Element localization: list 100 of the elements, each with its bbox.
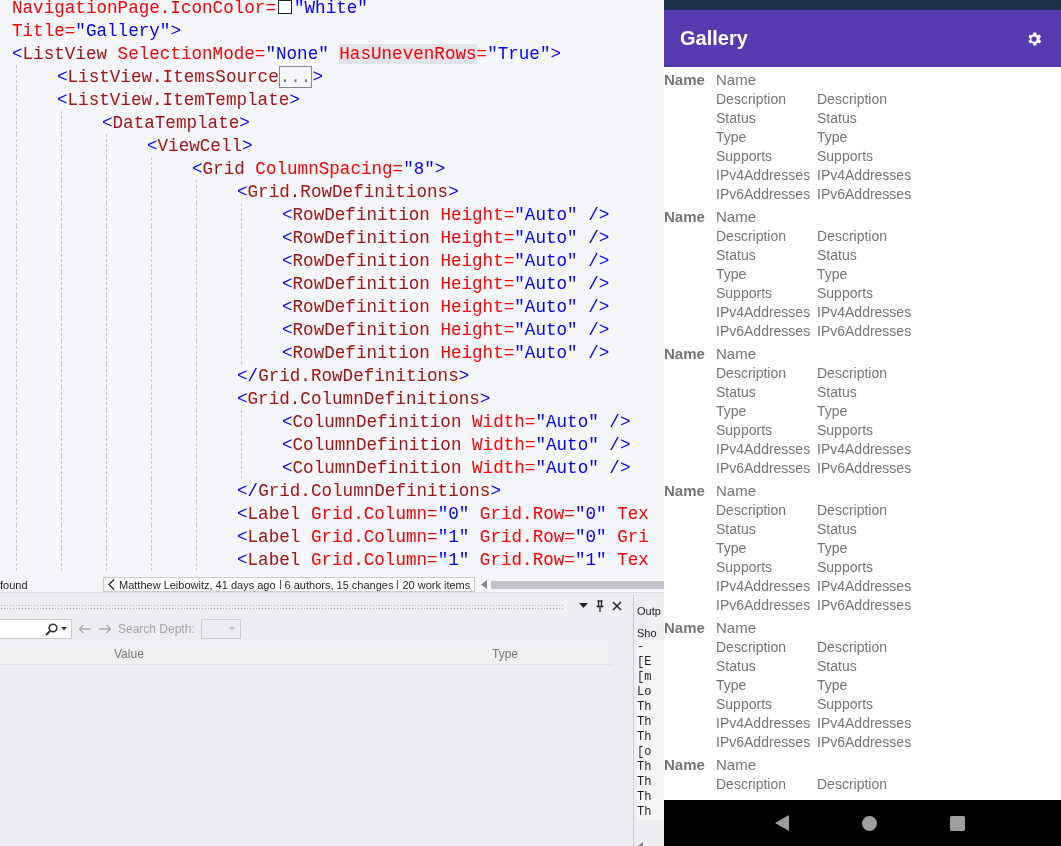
field-value: IPv6Addresses	[817, 185, 912, 202]
search-depth-label: Search Depth:	[118, 622, 195, 636]
field-label: Type	[716, 265, 748, 282]
name-label: Name	[664, 71, 706, 88]
field-label: IPv6Addresses	[716, 322, 812, 339]
show-output-label: Sho	[637, 627, 658, 639]
field-value: Supports	[817, 147, 874, 164]
field-value: Description	[817, 638, 888, 655]
code-line: <ColumnDefinition Width="Auto" />	[282, 411, 631, 432]
field-label: Description	[716, 90, 788, 107]
history-link[interactable]: 6 authors, 15 changes	[284, 578, 394, 591]
field-value: Type	[817, 676, 848, 693]
app-title: Gallery	[680, 27, 748, 50]
name-value: Name	[716, 208, 756, 225]
field-value: Description	[817, 501, 888, 518]
code-line: <Label Grid.Column="1" Grid.Row="1" Tex	[237, 549, 649, 570]
field-value: IPv4Addresses	[817, 577, 912, 594]
code-line: <ColumnDefinition Width="Auto" />	[282, 457, 631, 478]
field-value: IPv6Addresses	[817, 459, 912, 476]
field-label: Type	[716, 676, 748, 693]
name-value: Name	[716, 482, 756, 499]
output-line: [E	[637, 655, 653, 670]
field-label: Type	[716, 402, 748, 419]
code-line: <ListView.ItemTemplate>	[57, 89, 300, 110]
close-icon[interactable]	[612, 601, 622, 611]
field-value: Supports	[817, 558, 874, 575]
dropdown-icon[interactable]	[579, 603, 588, 609]
field-value: IPv6Addresses	[817, 322, 912, 339]
field-value: Status	[817, 246, 857, 263]
field-label: Status	[716, 657, 757, 674]
code-line: </Grid.ColumnDefinitions>	[237, 480, 501, 501]
field-value: Status	[817, 657, 857, 674]
field-value: Status	[817, 109, 857, 126]
column-header[interactable]: Value	[114, 646, 144, 661]
field-label: Status	[716, 520, 757, 537]
blame-link[interactable]: Matthew Leibowitz, 41 days ago	[119, 578, 276, 591]
name-label: Name	[664, 619, 706, 636]
field-value: Type	[817, 265, 848, 282]
name-label: Name	[664, 482, 706, 499]
home-icon[interactable]	[861, 815, 877, 831]
field-label: Supports	[716, 284, 774, 301]
field-value: Type	[817, 128, 848, 145]
field-value: Supports	[817, 421, 874, 438]
field-label: Type	[716, 128, 748, 145]
output-line: Th	[637, 700, 653, 715]
field-label: Description	[716, 638, 788, 655]
name-value: Name	[716, 345, 756, 362]
field-label: IPv4Addresses	[716, 714, 812, 731]
field-value: Description	[817, 227, 888, 244]
output-tab[interactable]: Outp	[637, 605, 664, 617]
field-label: Description	[716, 364, 788, 381]
field-value: IPv4Addresses	[817, 303, 912, 320]
field-value: IPv6Addresses	[817, 596, 912, 613]
field-value: IPv4Addresses	[817, 440, 912, 457]
field-label: IPv6Addresses	[716, 459, 812, 476]
code-line: <RowDefinition Height="Auto" />	[282, 342, 610, 363]
name-label: Name	[664, 208, 706, 225]
field-value: IPv4Addresses	[817, 714, 912, 731]
name-label: Name	[664, 345, 706, 362]
name-value: Name	[716, 619, 756, 636]
field-label: Supports	[716, 421, 774, 438]
output-line: Th	[637, 760, 653, 775]
overview-icon[interactable]	[949, 815, 965, 831]
field-value: Description	[817, 90, 888, 107]
code-line: </Grid.RowDefinitions>	[237, 365, 470, 386]
output-line: Th	[637, 775, 653, 790]
caret-icon	[61, 627, 67, 631]
field-value: Status	[817, 383, 857, 400]
field-label: Supports	[716, 695, 774, 712]
back-icon[interactable]	[774, 815, 789, 831]
field-value: IPv6Addresses	[817, 733, 912, 750]
name-label: Name	[664, 756, 706, 773]
output-line: Lo	[637, 685, 653, 700]
field-label: Status	[716, 109, 757, 126]
scrollbar-thumb[interactable]	[491, 580, 664, 589]
caret-icon	[228, 627, 235, 631]
code-line: Title="Gallery">	[12, 20, 181, 41]
code-line: <RowDefinition Height="Auto" />	[282, 227, 610, 248]
output-line: -	[637, 640, 646, 655]
field-label: Description	[716, 775, 788, 792]
code-line: NavigationPage.IconColor= "White"	[12, 0, 368, 18]
column-header[interactable]: Type	[492, 646, 518, 661]
find-status: found	[0, 578, 29, 591]
chevron-left-icon[interactable]	[108, 579, 115, 590]
field-label: IPv6Addresses	[716, 733, 812, 750]
name-value: Name	[716, 71, 756, 88]
code-line: <RowDefinition Height="Auto" />	[282, 204, 610, 225]
code-line: <ViewCell>	[147, 135, 253, 156]
field-value: Description	[817, 364, 888, 381]
field-label: Description	[716, 501, 788, 518]
output-line: Th	[637, 730, 653, 745]
field-value: Supports	[817, 695, 874, 712]
field-label: IPv6Addresses	[716, 596, 812, 613]
search-field[interactable]	[0, 619, 72, 639]
work-items-link[interactable]: 20 work items	[402, 578, 471, 591]
output-line: Th	[637, 805, 653, 820]
field-label: Status	[716, 383, 757, 400]
pin-icon[interactable]	[596, 600, 604, 612]
search-icon	[45, 622, 58, 636]
output-line: [m	[637, 670, 653, 685]
